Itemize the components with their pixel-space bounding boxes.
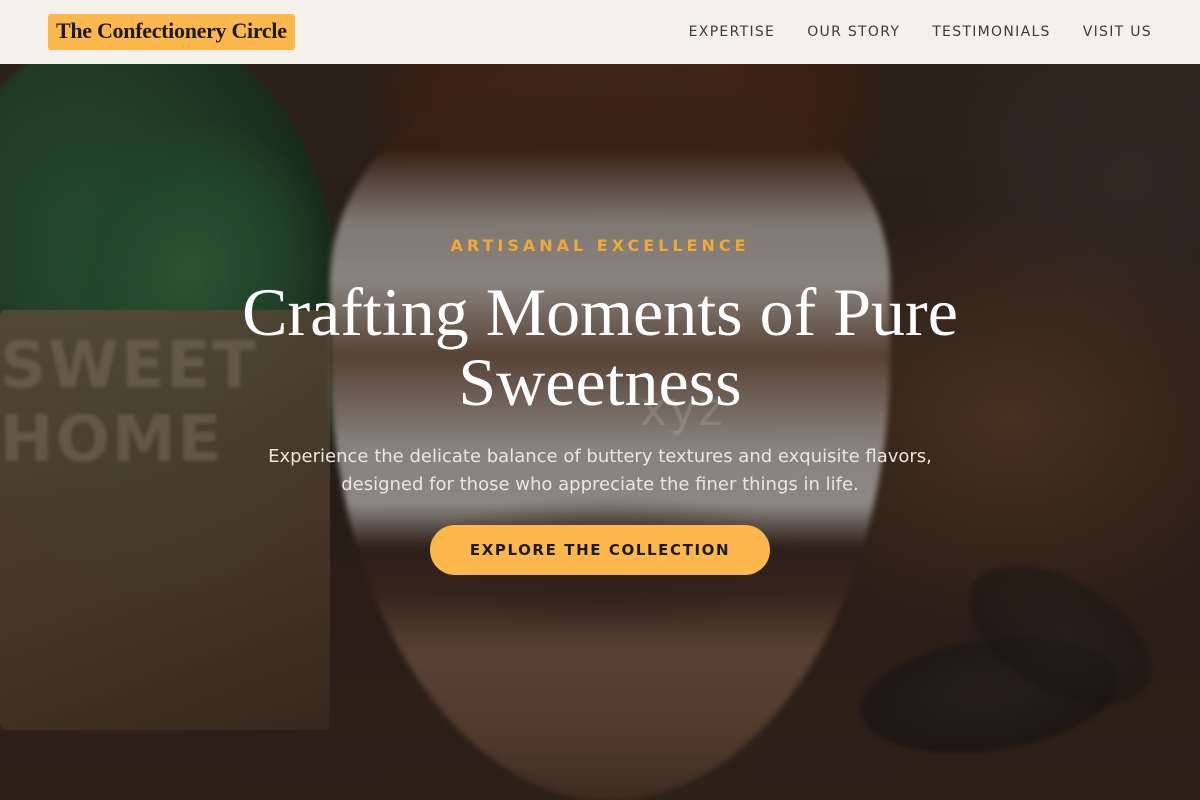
nav-link-testimonials[interactable]: TESTIMONIALS	[932, 24, 1051, 40]
hero-headline: Crafting Moments of Pure Sweetness	[242, 274, 958, 420]
nav-link-our-story[interactable]: OUR STORY	[807, 24, 900, 40]
main-nav: EXPERTISE OUR STORY TESTIMONIALS VISIT U…	[689, 24, 1152, 40]
hero-eyebrow: ARTISANAL EXCELLENCE	[450, 236, 750, 255]
nav-link-visit-us[interactable]: VISIT US	[1083, 24, 1152, 40]
explore-collection-button[interactable]: EXPLORE THE COLLECTION	[429, 525, 771, 575]
hero-subtext: Experience the delicate balance of butte…	[268, 446, 932, 495]
top-navbar: The Confectionery Circle EXPERTISE OUR S…	[0, 0, 1200, 64]
hero-content: ARTISANAL EXCELLENCE Crafting Moments of…	[0, 236, 1200, 575]
brand-logo[interactable]: The Confectionery Circle	[48, 14, 295, 50]
nav-link-expertise[interactable]: EXPERTISE	[689, 24, 776, 40]
